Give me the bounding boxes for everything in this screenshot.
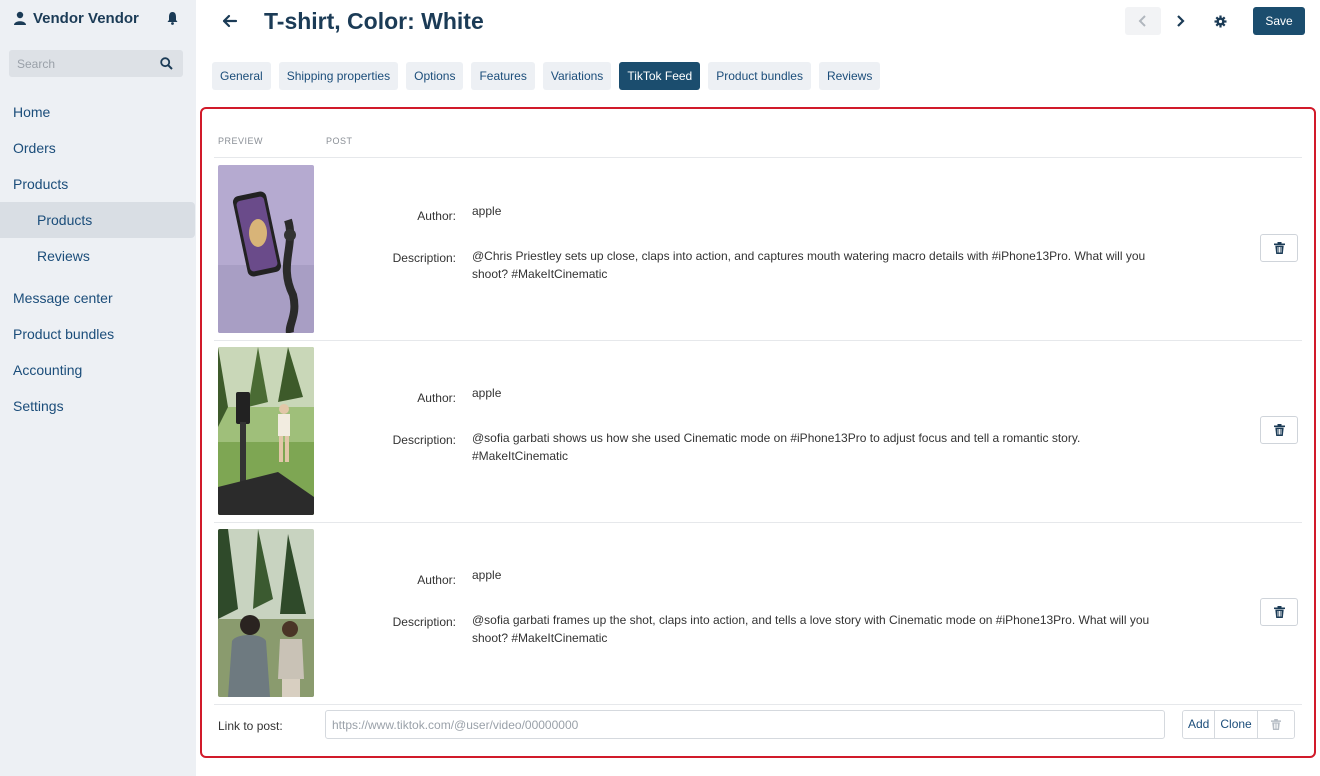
back-arrow-icon[interactable] [222,13,238,29]
column-header-post: POST [326,136,353,146]
post-thumbnail [218,529,314,697]
sidebar-search [9,50,183,77]
author-label: Author: [417,573,456,587]
description-value: @sofia garbati shows us how she used Cin… [472,431,1081,463]
vendor-brand[interactable]: Vendor Vendor [13,8,183,28]
link-actions: Add Clone [1182,710,1295,739]
trash-icon [1273,424,1285,436]
sidebar-item-message-center[interactable]: Message center [0,280,196,316]
column-header-preview: PREVIEW [218,136,264,146]
sidebar-subitem-products[interactable]: Products [0,202,195,238]
delete-post-button[interactable] [1260,234,1298,262]
tab-tiktok-feed[interactable]: TikTok Feed [619,62,701,90]
author-value: apple [472,204,502,218]
feed-row: Author: apple Description: @Chris Priest… [214,158,1302,340]
remove-link-button[interactable] [1257,711,1294,738]
tab-general[interactable]: General [212,62,271,90]
save-button[interactable]: Save [1253,7,1305,35]
gear-icon [1214,15,1226,27]
sidebar-subitem-reviews[interactable]: Reviews [0,238,196,274]
previous-button[interactable] [1125,7,1161,35]
link-to-post-label: Link to post: [218,719,283,733]
bell-icon[interactable] [166,11,179,25]
author-label: Author: [417,209,456,223]
tab-features[interactable]: Features [471,62,535,90]
description-label: Description: [392,251,456,265]
sidebar-nav: Home Orders Products Products Reviews Me… [0,94,196,424]
description-value: @Chris Priestley sets up close, claps in… [472,249,1146,281]
description-label: Description: [392,615,456,629]
next-button[interactable] [1166,7,1194,35]
tab-options[interactable]: Options [406,62,464,90]
trash-icon [1270,719,1281,730]
tab-reviews[interactable]: Reviews [818,62,881,90]
feed-row: Author: apple Description: @sofia garbat… [214,340,1302,522]
trash-icon [1273,242,1285,254]
sidebar-item-orders[interactable]: Orders [0,130,196,166]
user-icon [14,11,26,25]
brand-name: Vendor Vendor [33,9,139,27]
page-title: T-shirt, Color: White [264,8,484,34]
sidebar-item-accounting[interactable]: Accounting [0,352,196,388]
author-value: apple [472,568,502,582]
link-to-post-input[interactable] [325,710,1165,739]
tab-variations[interactable]: Variations [542,62,612,90]
delete-post-button[interactable] [1260,416,1298,444]
author-label: Author: [417,391,456,405]
description-value: @sofia garbati frames up the shot, claps… [472,613,1150,645]
post-thumbnail [218,165,314,333]
sidebar: Vendor Vendor Home Orders Products Produ… [0,0,196,776]
sidebar-item-products[interactable]: Products [0,166,196,202]
tab-product-bundles[interactable]: Product bundles [708,62,811,90]
search-icon[interactable] [160,57,173,70]
settings-button[interactable] [1206,7,1234,35]
feed-row: Author: apple Description: @sofia garbat… [214,522,1302,704]
add-button[interactable]: Add [1183,711,1216,738]
sidebar-item-home[interactable]: Home [0,94,196,130]
chevron-right-icon [1177,15,1185,27]
trash-icon [1273,606,1285,618]
tiktok-feed-panel: PREVIEW POST Author: apple Description: … [200,107,1316,758]
post-thumbnail [218,347,314,515]
divider [214,704,1302,705]
tab-bar: General Shipping properties Options Feat… [212,62,888,90]
search-input[interactable] [9,50,183,77]
delete-post-button[interactable] [1260,598,1298,626]
description-label: Description: [392,433,456,447]
sidebar-item-product-bundles[interactable]: Product bundles [0,316,196,352]
author-value: apple [472,386,502,400]
sidebar-item-settings[interactable]: Settings [0,388,196,424]
chevron-left-icon [1138,15,1146,27]
tab-shipping-properties[interactable]: Shipping properties [278,62,399,90]
clone-button[interactable]: Clone [1215,711,1258,738]
